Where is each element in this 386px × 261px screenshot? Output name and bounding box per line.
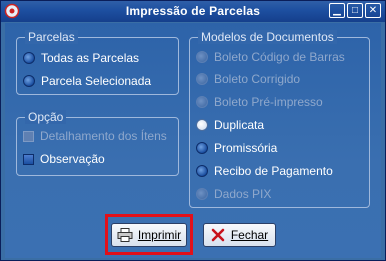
- dialog-window: Impressão de Parcelas ▁ □ ✕ Parcelas Tod…: [0, 0, 386, 261]
- maximize-button[interactable]: □: [347, 3, 363, 18]
- radio-icon: [196, 165, 208, 177]
- checkbox-detalhamento[interactable]: Detalhamento dos Ítens: [23, 127, 167, 145]
- checkbox-icon: [23, 153, 34, 165]
- radio-label: Dados PIX: [214, 187, 272, 201]
- close-window-button[interactable]: ✕: [365, 3, 381, 18]
- checkbox-label: Detalhamento dos Ítens: [40, 129, 167, 143]
- radio-duplicata[interactable]: Duplicata: [196, 116, 264, 134]
- group-title: Opção: [25, 110, 67, 124]
- radio-label: Duplicata: [214, 118, 265, 132]
- close-button[interactable]: Fechar: [203, 223, 276, 247]
- radio-label: Promissória: [214, 141, 278, 155]
- radio-label: Boleto Pré-impresso: [214, 95, 323, 109]
- group-modelos: Modelos de Documentos Boleto Código de B…: [189, 30, 370, 208]
- printer-icon: [117, 228, 133, 242]
- radio-todas-parcelas[interactable]: Todas as Parcelas: [23, 49, 139, 67]
- radio-recibo-pagamento[interactable]: Recibo de Pagamento: [196, 162, 333, 180]
- radio-label: Boleto Corrigido: [214, 72, 301, 86]
- radio-icon: [23, 75, 35, 87]
- radio-parcela-selecionada[interactable]: Parcela Selecionada: [23, 72, 151, 90]
- checkbox-label: Observação: [40, 152, 105, 166]
- dialog-body: Parcelas Todas as Parcelas Parcela Selec…: [5, 23, 381, 258]
- radio-icon: [196, 119, 208, 131]
- radio-label: Boleto Código de Barras: [214, 50, 345, 64]
- radio-dados-pix[interactable]: Dados PIX: [196, 185, 271, 203]
- radio-promissoria[interactable]: Promissória: [196, 139, 277, 157]
- radio-label: Todas as Parcelas: [41, 51, 140, 65]
- radio-boleto-codigo-barras[interactable]: Boleto Código de Barras: [196, 48, 345, 66]
- group-parcelas: Parcelas Todas as Parcelas Parcela Selec…: [16, 30, 179, 95]
- checkbox-observacao[interactable]: Observação: [23, 150, 105, 168]
- print-label: Imprimir: [137, 228, 182, 242]
- radio-icon: [196, 188, 208, 200]
- radio-boleto-pre-impresso[interactable]: Boleto Pré-impresso: [196, 93, 323, 111]
- group-opcao: Opção Detalhamento dos Ítens Observação: [16, 110, 179, 176]
- radio-icon: [196, 73, 208, 85]
- window-title: Impressão de Parcelas: [125, 4, 261, 18]
- radio-icon: [196, 51, 208, 63]
- radio-icon: [196, 96, 208, 108]
- radio-icon: [23, 52, 35, 64]
- close-label: Fechar: [230, 228, 269, 242]
- minimize-button[interactable]: ▁: [329, 3, 345, 18]
- close-icon: ✕: [368, 5, 378, 16]
- checkbox-icon: [23, 130, 34, 142]
- print-button[interactable]: Imprimir: [111, 223, 187, 247]
- maximize-icon: □: [351, 5, 359, 16]
- title-bar[interactable]: Impressão de Parcelas ▁ □ ✕: [1, 1, 385, 22]
- close-x-icon: [211, 228, 225, 242]
- radio-label: Recibo de Pagamento: [214, 164, 333, 178]
- radio-boleto-corrigido[interactable]: Boleto Corrigido: [196, 70, 300, 88]
- minimize-icon: ▁: [333, 5, 341, 16]
- radio-label: Parcela Selecionada: [41, 74, 152, 88]
- group-title: Parcelas: [25, 30, 78, 44]
- group-title: Modelos de Documentos: [198, 30, 337, 44]
- radio-icon: [196, 142, 208, 154]
